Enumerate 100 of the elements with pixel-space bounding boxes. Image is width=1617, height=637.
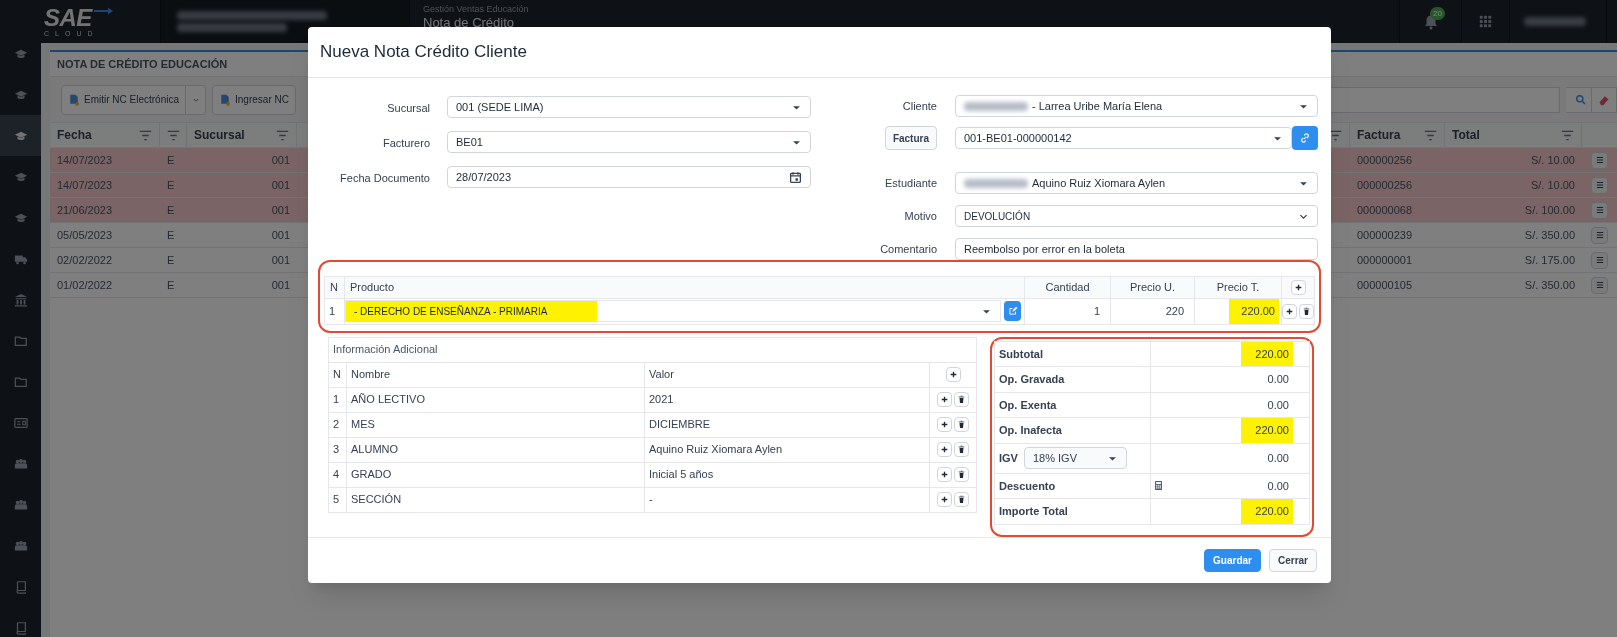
- clear-button[interactable]: [1591, 86, 1617, 113]
- table-cell: SECCIÓN: [351, 493, 402, 506]
- delete-row-button[interactable]: [954, 492, 969, 507]
- column-header[interactable]: Fecha: [57, 126, 92, 144]
- column-header[interactable]: Total: [1452, 126, 1480, 144]
- table-cell: 000000105: [1357, 278, 1413, 291]
- column-header: Valor: [649, 368, 674, 381]
- select-field[interactable]: 001 (SEDE LIMA): [447, 96, 811, 118]
- select-field[interactable]: 18% IGV: [1023, 447, 1127, 469]
- trash-icon: [957, 420, 966, 429]
- add-row-button[interactable]: [937, 467, 952, 482]
- add-row-button[interactable]: [1282, 303, 1297, 319]
- select-field[interactable]: Aquino Ruiz Xiomara Aylen: [955, 172, 1318, 194]
- plus-icon: [1293, 283, 1303, 292]
- apps-grid-icon[interactable]: [1479, 15, 1492, 28]
- select-field[interactable]: 28/07/2023: [447, 166, 811, 188]
- edit-button[interactable]: [1004, 301, 1021, 322]
- trash-icon: [1302, 306, 1311, 316]
- table-title: Información Adicional: [333, 343, 438, 356]
- delete-row-button[interactable]: [954, 442, 969, 457]
- column-header: N: [330, 281, 338, 294]
- close-button[interactable]: Cerrar: [1268, 548, 1317, 572]
- trash-icon: [957, 395, 966, 404]
- book-icon: [13, 620, 28, 635]
- field-label: Op. Inafecta: [999, 424, 1062, 436]
- column-header[interactable]: Factura: [1357, 126, 1401, 144]
- sidebar-item[interactable]: [0, 115, 41, 156]
- table-cell: 001: [271, 153, 290, 166]
- table-cell: 001: [271, 203, 290, 216]
- delete-row-button[interactable]: [954, 467, 969, 482]
- row-menu-button[interactable]: [1591, 251, 1608, 269]
- table-cell: -: [649, 493, 653, 506]
- select-field[interactable]: - DERECHO DE ENSEÑANZA - PRIMARIA: [345, 300, 1001, 323]
- table-cell: MES: [351, 418, 375, 431]
- menu-icon: [1594, 255, 1605, 265]
- table-cell: 01/02/2022: [57, 278, 113, 291]
- plus-icon: [940, 395, 949, 404]
- column-header: Nombre: [351, 368, 391, 381]
- group-icon: [13, 497, 28, 512]
- add-row-button[interactable]: [937, 417, 952, 432]
- table-cell: GRADO: [351, 468, 392, 481]
- field-label: Subtotal: [999, 347, 1043, 360]
- delete-row-button[interactable]: [954, 392, 969, 407]
- field-label: Fecha Documento: [340, 172, 430, 184]
- table-cell: S/. 100.00: [1524, 203, 1575, 216]
- column-header: Precio T.: [1216, 281, 1260, 294]
- add-row-button[interactable]: [937, 492, 952, 507]
- table-cell: 1: [1093, 305, 1100, 317]
- table-cell: 000000256: [1357, 153, 1413, 166]
- add-row-button[interactable]: [937, 442, 952, 457]
- bank-icon: [13, 292, 28, 307]
- input-field[interactable]: Reembolso por error en la boleta: [955, 238, 1318, 260]
- field-label: Cliente: [902, 98, 937, 114]
- toolbar-button[interactable]: Ingresar NC: [212, 84, 296, 115]
- field-label: Facturero: [382, 137, 430, 149]
- add-row-button[interactable]: [945, 367, 961, 382]
- row-menu-button[interactable]: [1591, 176, 1608, 194]
- folder-icon: [13, 374, 28, 389]
- add-row-button[interactable]: [1290, 280, 1306, 295]
- table-cell: 001: [271, 278, 290, 291]
- calendar-icon[interactable]: [789, 170, 802, 184]
- row-menu-button[interactable]: [1591, 276, 1608, 294]
- folder-icon: [13, 333, 28, 348]
- field-label: Estudiante: [885, 175, 937, 191]
- edit-icon: [1007, 306, 1018, 317]
- row-menu-button[interactable]: [1591, 201, 1608, 219]
- column-header[interactable]: Sucursal: [194, 126, 245, 144]
- table-cell: 2: [333, 418, 340, 431]
- table-cell: 000000256: [1357, 178, 1413, 191]
- add-row-button[interactable]: [937, 392, 952, 407]
- table-cell: 2021: [649, 393, 674, 406]
- link-button[interactable]: [1292, 126, 1318, 150]
- row-menu-button[interactable]: [1591, 151, 1608, 169]
- column-header: N: [333, 368, 341, 381]
- select-field[interactable]: DEVOLUCIÓN: [955, 205, 1318, 227]
- delete-row-button[interactable]: [954, 417, 969, 432]
- factura-button[interactable]: Factura: [884, 126, 937, 150]
- book-icon: [13, 579, 28, 594]
- plus-icon: [940, 470, 949, 479]
- table-cell: 000000068: [1357, 203, 1413, 216]
- table-cell: E: [167, 253, 175, 266]
- select-field[interactable]: BE01: [447, 131, 811, 153]
- table-cell: DICIEMBRE: [649, 418, 711, 431]
- calculator-icon[interactable]: [1153, 480, 1164, 492]
- table-cell: S/. 10.00: [1530, 153, 1575, 166]
- select-field[interactable]: 001-BE01-000000142: [955, 127, 1292, 149]
- plus-icon: [1285, 306, 1294, 316]
- table-cell: 001: [271, 253, 290, 266]
- filter-icon[interactable]: [1329, 128, 1342, 142]
- select-field[interactable]: - Larrea Uribe María Elena: [955, 95, 1318, 117]
- search-icon: [1574, 94, 1586, 105]
- table-cell: S/. 350.00: [1524, 228, 1575, 241]
- highlighted-text: 0.00: [1266, 397, 1290, 413]
- table-cell: 02/02/2022: [57, 253, 113, 266]
- row-menu-button[interactable]: [1591, 226, 1608, 244]
- logo-text: SAE: [44, 5, 92, 30]
- delete-row-button[interactable]: [1299, 303, 1314, 319]
- arrow-icon: [92, 5, 113, 16]
- table-cell: 000000239: [1357, 228, 1413, 241]
- toolbar-button[interactable]: Emitir NC Electrónica: [61, 84, 187, 115]
